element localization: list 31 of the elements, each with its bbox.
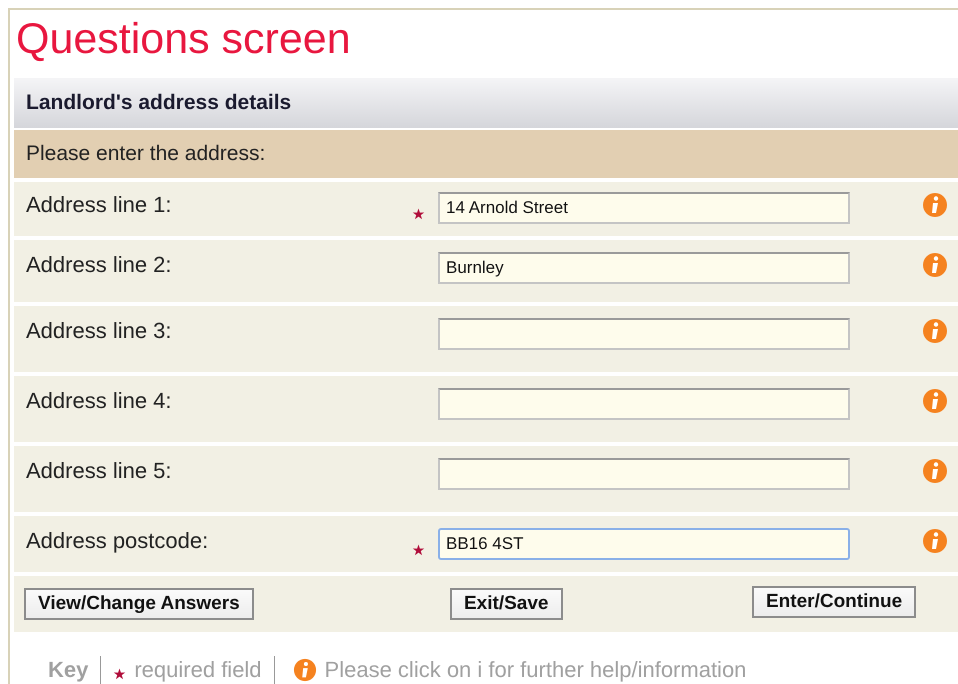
field-label: Address line 5:	[25, 458, 173, 484]
section-heading: Landlord's address details	[14, 78, 958, 128]
page-title: Questions screen	[16, 14, 352, 64]
form-button[interactable]: Exit/Save	[450, 588, 562, 620]
info-icon[interactable]	[922, 192, 948, 218]
key-help-text: Please click on i for further help/information	[324, 657, 746, 683]
key-title: Key	[48, 657, 88, 683]
text-field[interactable]	[438, 458, 850, 490]
info-icon[interactable]	[922, 388, 948, 414]
form-button[interactable]: View/Change Answers	[24, 588, 254, 620]
text-field[interactable]: Burnley	[438, 252, 850, 284]
text-field[interactable]	[438, 318, 850, 350]
text-field[interactable]: BB16 4ST	[438, 528, 850, 560]
field-label: Address line 1:	[25, 192, 173, 218]
info-icon[interactable]	[922, 252, 948, 278]
form-button[interactable]: Enter/Continue	[752, 586, 916, 618]
asterisk-icon	[113, 668, 126, 680]
key-required-text: required field	[134, 657, 262, 683]
field-label: Address line 4:	[25, 388, 173, 414]
field-label: Address postcode:	[25, 528, 210, 554]
field-label: Address line 3:	[25, 318, 173, 344]
info-icon[interactable]	[922, 528, 948, 554]
text-field[interactable]	[438, 388, 850, 420]
asterisk-icon	[412, 208, 425, 221]
field-label: Address line 2:	[25, 252, 173, 278]
info-icon[interactable]	[922, 458, 948, 484]
info-icon[interactable]	[922, 318, 948, 344]
info-icon	[292, 658, 317, 682]
text-field[interactable]: 14 Arnold Street	[438, 192, 850, 224]
asterisk-icon	[412, 544, 425, 557]
section-prompt: Please enter the address:	[14, 130, 958, 178]
